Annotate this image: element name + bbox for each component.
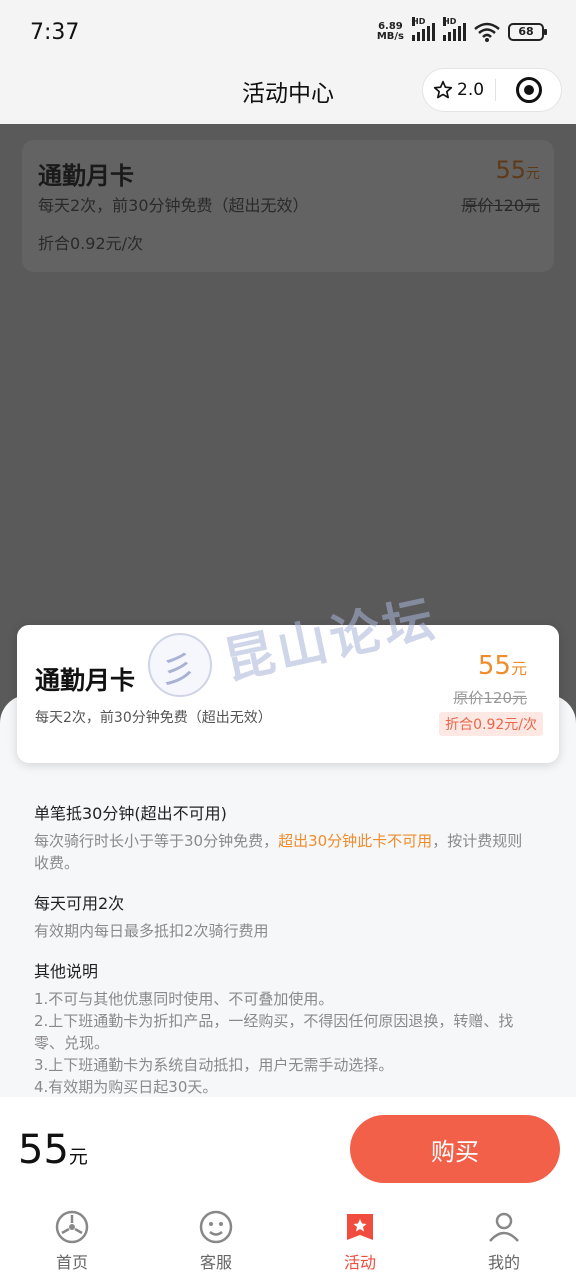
watermark-seal-icon: 彡 [148,633,212,697]
rule-single-ride-text-a: 每次骑行时长小于等于30分钟免费， [34,832,279,850]
background-card-price-value: 55 [495,156,526,184]
product-original-price: 原价120元 [453,689,527,707]
total-price-unit: 元 [68,1146,88,1168]
network-speed: 6.89 MB/s [377,22,404,42]
rule-daily-limit-text: 有效期内每日最多抵扣2次骑行费用 [34,922,269,940]
details-section: 单笔抵30分钟(超出不可用) 每次骑行时长小于等于30分钟免费，超出30分钟此卡… [34,800,534,1114]
buy-button[interactable]: 购买 [350,1115,560,1183]
product-price-value: 55 [477,651,511,681]
product-price: 55元 [478,651,527,681]
tab-bar: 首页 客服 活动 我的 [0,1197,576,1280]
rule-single-ride-text: 每次骑行时长小于等于30分钟免费，超出30分钟此卡不可用，按计费规则收费。 [34,830,534,874]
background-card-price: 55元 [495,156,540,184]
target-icon [515,77,542,103]
rule-daily-limit-title: 每天可用2次 [34,894,125,913]
rating-value: 2.0 [457,80,485,100]
close-capsule-button[interactable] [496,77,561,103]
hd-label: HD [412,17,426,26]
rule-other-line: 2.上下班通勤卡为折扣产品，一经购买，不得因任何原因退换，转赠、找零、兑现。 [34,1012,514,1052]
background-card-original-price: 原价120元 [461,196,540,215]
nav-bar: 活动中心 2.0 [0,64,576,124]
total-price: 55元 [18,1127,88,1173]
activity-icon [347,1214,373,1240]
signal-icon-2: HD [443,17,466,41]
background-card-price-unit: 元 [526,166,540,182]
tab-service-label: 客服 [199,1253,232,1272]
network-speed-unit: MB/s [376,31,404,42]
rule-daily-limit: 每天可用2次 有效期内每日最多抵扣2次骑行费用 [34,890,534,942]
background-card-title: 通勤月卡 [38,162,134,190]
tab-profile[interactable]: 我的 [432,1197,576,1280]
wifi-icon [474,22,500,42]
tab-profile-label: 我的 [487,1253,520,1272]
product-ratio-badge: 折合0.92元/次 [439,712,543,736]
mini-program-capsule: 2.0 [422,68,562,112]
battery-icon: 68 [508,23,547,41]
status-time: 7:37 [30,20,80,45]
background-card-ratio: 折合0.92元/次 [38,234,144,253]
rating-button[interactable]: 2.0 [423,80,495,100]
rule-single-ride: 单笔抵30分钟(超出不可用) 每次骑行时长小于等于30分钟免费，超出30分钟此卡… [34,800,534,874]
rule-single-ride-title: 单笔抵30分钟(超出不可用) [34,804,227,823]
product-price-unit: 元 [510,659,527,678]
tab-activity-label: 活动 [343,1253,376,1272]
star-icon [433,80,453,99]
rule-other-line: 3.上下班通勤卡为系统自动抵扣，用户无需手动选择。 [34,1056,394,1074]
status-bar: 7:37 6.89 MB/s HD HD 68 [0,0,576,64]
product-title: 通勤月卡 [35,666,136,695]
hd-label-2: HD [443,17,457,26]
rule-other-title: 其他说明 [34,962,99,981]
service-icon [199,1210,233,1244]
tab-service[interactable]: 客服 [144,1197,288,1280]
product-description: 每天2次，前30分钟免费（超出无效） [35,710,272,726]
rule-single-ride-highlight: 超出30分钟此卡不可用 [278,832,433,850]
background-card-description: 每天2次，前30分钟免费（超出无效） [38,196,309,215]
total-price-value: 55 [18,1127,69,1173]
rule-other: 其他说明 1.不可与其他优惠同时使用、不可叠加使用。 2.上下班通勤卡为折扣产品… [34,958,534,1098]
signal-icon: HD [412,17,435,41]
purchase-bar: 55元 购买 [0,1097,576,1197]
background-card: 通勤月卡 每天2次，前30分钟免费（超出无效） 折合0.92元/次 55元 原价… [22,140,554,272]
tab-activity[interactable]: 活动 [288,1197,432,1280]
home-icon [55,1210,89,1244]
status-icons: 6.89 MB/s HD HD 68 [377,17,547,42]
profile-icon [489,1212,519,1242]
tab-home[interactable]: 首页 [0,1197,144,1280]
rule-other-line: 1.不可与其他优惠同时使用、不可叠加使用。 [34,990,334,1008]
tab-home-label: 首页 [55,1253,88,1272]
rule-other-line: 4.有效期为购买日起30天。 [34,1078,218,1096]
